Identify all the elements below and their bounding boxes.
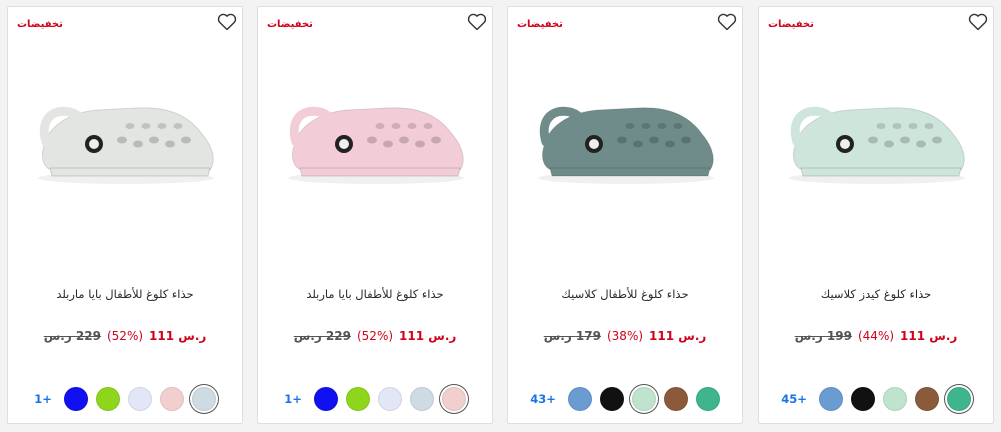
color-swatch[interactable] — [695, 387, 720, 411]
more-colors-link[interactable]: 45+ — [781, 392, 807, 406]
color-swatch[interactable] — [95, 387, 120, 411]
product-image[interactable] — [16, 47, 236, 227]
color-swatch[interactable] — [599, 387, 624, 411]
current-price: ر.س 111 — [149, 329, 207, 343]
color-swatch[interactable] — [345, 387, 370, 411]
sale-badge: تخفيضات — [17, 19, 63, 30]
product-card[interactable]: تخفيضات حذاء كلوغ للأطفال كلاسيك ر.س 111… — [507, 6, 743, 424]
color-swatch[interactable] — [313, 387, 338, 411]
color-swatch[interactable] — [63, 387, 88, 411]
price-row: ر.س 111 (52%) 229 ر.س — [8, 329, 242, 343]
heart-icon[interactable] — [466, 11, 488, 33]
product-card[interactable]: تخفيضات حذاء كلوغ للأطفال بايا ماربلد ر.… — [7, 6, 243, 424]
color-swatch[interactable] — [567, 387, 592, 411]
product-grid: تخفيضات حذاء كلوغ كيدز كلاسيك ر.س 111 (4… — [0, 0, 1001, 432]
color-swatches: 1+ — [258, 385, 492, 413]
product-image[interactable] — [767, 47, 987, 227]
product-card[interactable]: تخفيضات حذاء كلوغ للأطفال بايا ماربلد ر.… — [257, 6, 493, 424]
current-price: ر.س 111 — [900, 329, 958, 343]
product-title[interactable]: حذاء كلوغ للأطفال كلاسيك — [508, 287, 742, 301]
product-title[interactable]: حذاء كلوغ للأطفال بايا ماربلد — [258, 287, 492, 301]
product-title[interactable]: حذاء كلوغ للأطفال بايا ماربلد — [8, 287, 242, 301]
heart-icon[interactable] — [967, 11, 989, 33]
color-swatch[interactable] — [914, 387, 939, 411]
product-image[interactable] — [266, 47, 486, 227]
color-swatch[interactable] — [191, 387, 216, 411]
sale-badge: تخفيضات — [768, 19, 814, 30]
color-swatch[interactable] — [663, 387, 688, 411]
more-colors-link[interactable]: 1+ — [34, 392, 52, 406]
color-swatch[interactable] — [441, 387, 466, 411]
original-price: 229 ر.س — [43, 329, 101, 343]
color-swatch[interactable] — [127, 387, 152, 411]
original-price: 179 ر.س — [543, 329, 601, 343]
heart-icon[interactable] — [716, 11, 738, 33]
color-swatch[interactable] — [818, 387, 843, 411]
color-swatches: 43+ — [508, 385, 742, 413]
discount-percent: (52%) — [106, 329, 144, 343]
price-row: ر.س 111 (38%) 179 ر.س — [508, 329, 742, 343]
color-swatch[interactable] — [850, 387, 875, 411]
price-row: ر.س 111 (44%) 199 ر.س — [759, 329, 993, 343]
original-price: 229 ر.س — [293, 329, 351, 343]
product-title[interactable]: حذاء كلوغ كيدز كلاسيك — [759, 287, 993, 301]
current-price: ر.س 111 — [649, 329, 707, 343]
more-colors-link[interactable]: 1+ — [284, 392, 302, 406]
color-swatch[interactable] — [409, 387, 434, 411]
product-image[interactable] — [516, 47, 736, 227]
color-swatches: 1+ — [8, 385, 242, 413]
color-swatch[interactable] — [631, 387, 656, 411]
color-swatch[interactable] — [377, 387, 402, 411]
discount-percent: (44%) — [857, 329, 895, 343]
discount-percent: (38%) — [606, 329, 644, 343]
sale-badge: تخفيضات — [517, 19, 563, 30]
more-colors-link[interactable]: 43+ — [530, 392, 556, 406]
current-price: ر.س 111 — [399, 329, 457, 343]
price-row: ر.س 111 (52%) 229 ر.س — [258, 329, 492, 343]
color-swatch[interactable] — [159, 387, 184, 411]
original-price: 199 ر.س — [794, 329, 852, 343]
color-swatch[interactable] — [882, 387, 907, 411]
product-card[interactable]: تخفيضات حذاء كلوغ كيدز كلاسيك ر.س 111 (4… — [758, 6, 994, 424]
sale-badge: تخفيضات — [267, 19, 313, 30]
color-swatch[interactable] — [946, 387, 971, 411]
color-swatches: 45+ — [759, 385, 993, 413]
heart-icon[interactable] — [216, 11, 238, 33]
discount-percent: (52%) — [356, 329, 394, 343]
